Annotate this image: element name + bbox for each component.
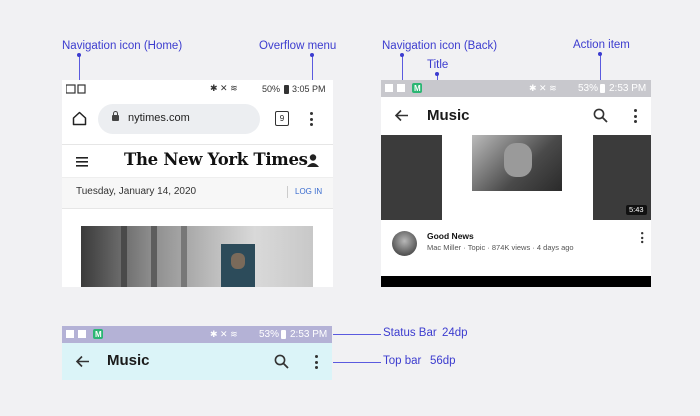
back-arrow-icon[interactable] <box>75 355 90 368</box>
album-art-portrait <box>504 143 532 177</box>
browser-screenshot: ✱ ✕ ≋ 50% 3:05 PM nytimes.com 9 The New … <box>62 80 333 287</box>
annotation-nav-home: Navigation icon (Home) <box>62 40 183 52</box>
annotation-status-bar-size: 24dp <box>442 327 468 339</box>
connectivity-icons: ✱ ✕ ≋ <box>529 83 557 93</box>
svg-text:M: M <box>95 330 102 339</box>
status-bar-highlight: M ✱ ✕ ≋ 53% 2:53 PM <box>62 326 332 343</box>
app-bar-title: Music <box>107 352 150 369</box>
divider <box>287 186 288 198</box>
album-art <box>472 135 562 191</box>
site-header: The New York Times <box>62 144 333 177</box>
search-icon[interactable] <box>593 108 608 123</box>
connectivity-icons: ✱ ✕ ≋ <box>210 329 238 339</box>
top-bar-highlight: Music <box>62 343 332 380</box>
building-detail <box>121 226 127 287</box>
address-bar[interactable]: nytimes.com <box>98 104 260 134</box>
music-app-screenshot: M ✱ ✕ ≋ 53% 2:53 PM Music 5:43 Good News… <box>381 80 651 287</box>
annotation-action-item: Action item <box>573 39 630 51</box>
account-icon[interactable] <box>307 154 319 167</box>
next-video-preview <box>381 276 651 287</box>
notification-icons: M <box>385 83 422 93</box>
overflow-menu-icon[interactable] <box>634 109 637 126</box>
video-more-icon[interactable] <box>641 232 644 245</box>
annotation-title: Title <box>427 59 449 71</box>
leader-dot-home <box>77 53 81 57</box>
leader-line-top-bar <box>333 362 381 363</box>
leader-line-status-bar <box>333 334 381 335</box>
building-detail <box>181 226 187 287</box>
video-meta: Mac Miller · Topic · 874K views · 4 days… <box>427 243 574 252</box>
status-bar: M ✱ ✕ ≋ 53% 2:53 PM <box>381 80 651 97</box>
url-text: nytimes.com <box>128 112 190 124</box>
leader-dot-title <box>435 72 439 76</box>
battery-icon <box>284 85 289 94</box>
home-icon[interactable] <box>72 111 87 126</box>
poster-face <box>231 253 245 269</box>
search-icon[interactable] <box>274 354 289 369</box>
notification-icons <box>66 84 86 94</box>
annotation-top-bar: Top bar <box>383 355 422 367</box>
login-link[interactable]: LOG IN <box>295 187 322 196</box>
date-text: Tuesday, January 14, 2020 <box>76 186 197 197</box>
leader-dot-back <box>400 53 404 57</box>
channel-avatar[interactable] <box>392 231 417 256</box>
article-image[interactable] <box>81 226 313 287</box>
bar-anatomy-illustration: M ✱ ✕ ≋ 53% 2:53 PM Music <box>62 326 332 380</box>
site-logo[interactable]: The New York Times <box>124 150 308 169</box>
top-app-bar: Music <box>381 97 651 135</box>
annotation-overflow: Overflow menu <box>259 40 337 52</box>
connectivity-icons: ✱ ✕ ≋ <box>210 83 238 93</box>
app-bar-title: Music <box>427 107 470 124</box>
browser-toolbar: nytimes.com 9 <box>62 100 333 138</box>
hamburger-menu-icon[interactable] <box>76 157 88 167</box>
status-time: 2:53 PM <box>609 83 647 94</box>
back-arrow-icon[interactable] <box>394 109 409 122</box>
battery-percent: 50% <box>262 84 281 94</box>
building-detail <box>151 226 157 287</box>
overflow-menu-icon[interactable] <box>315 355 318 372</box>
video-thumbnail[interactable] <box>381 135 651 220</box>
battery-icon <box>281 330 286 339</box>
notification-icons: M <box>66 329 103 339</box>
annotation-top-bar-size: 56dp <box>430 355 456 367</box>
leader-dot-overflow <box>310 53 314 57</box>
leader-dot-action <box>598 52 602 56</box>
video-title[interactable]: Good News <box>427 231 474 241</box>
lock-icon <box>112 111 119 121</box>
status-time: 2:53 PM <box>290 329 328 340</box>
video-duration: 5:43 <box>626 205 647 215</box>
battery-percent: 53% <box>578 83 599 94</box>
annotation-status-bar: Status Bar <box>383 327 437 339</box>
status-time: 3:05 PM <box>292 84 326 94</box>
date-band: Tuesday, January 14, 2020 LOG IN <box>62 177 333 209</box>
status-bar: ✱ ✕ ≋ 50% 3:05 PM <box>62 80 333 100</box>
battery-icon <box>600 84 605 93</box>
svg-text:M: M <box>414 84 421 93</box>
annotation-nav-back: Navigation icon (Back) <box>382 40 498 52</box>
battery-percent: 53% <box>259 329 280 340</box>
video-letterbox-left <box>381 135 442 220</box>
tab-switcher-button[interactable]: 9 <box>275 111 289 126</box>
overflow-menu-icon[interactable] <box>310 112 313 129</box>
